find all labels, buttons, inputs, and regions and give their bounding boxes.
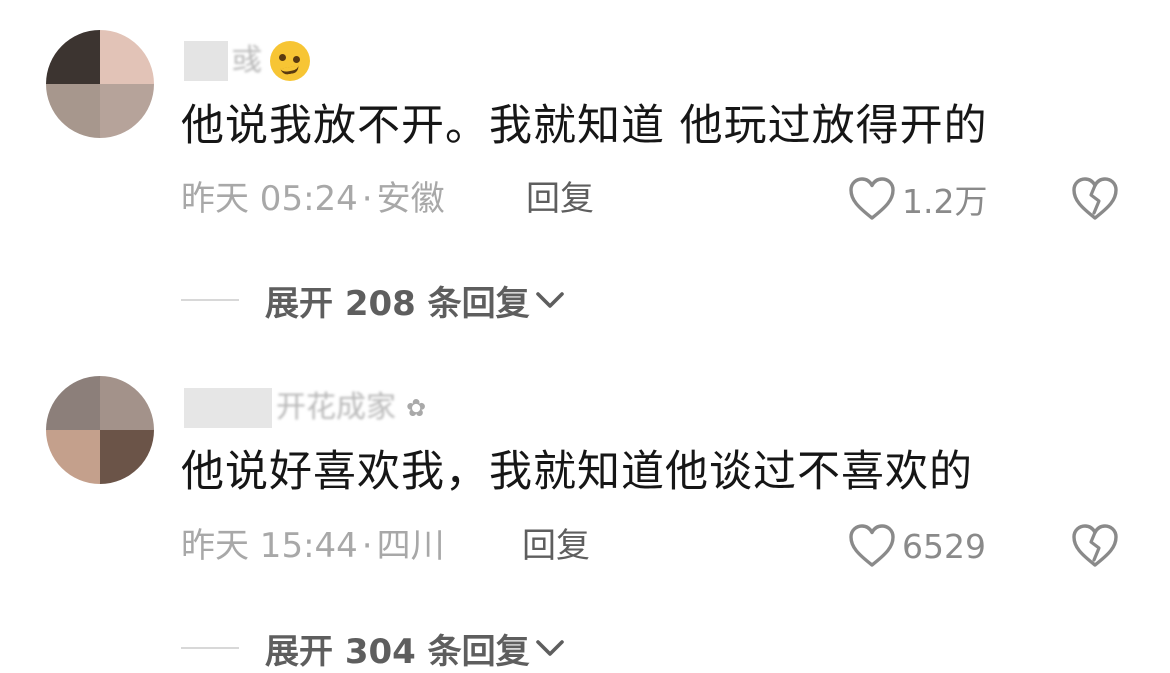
- username-text: 彧: [232, 42, 262, 78]
- comment-meta: 昨天 15:44 · 四川: [181, 524, 445, 568]
- reply-button[interactable]: 回复: [522, 524, 590, 568]
- expand-replies-label: 展开 208 条回复: [265, 283, 530, 324]
- expand-divider: [181, 299, 239, 301]
- heart-outline-icon: [848, 523, 896, 569]
- like-count: 1.2万: [902, 182, 988, 221]
- comment-time: 昨天 15:44: [181, 526, 358, 566]
- avatar[interactable]: [46, 30, 154, 138]
- like-count: 6529: [902, 526, 986, 566]
- broken-heart-icon[interactable]: [1071, 522, 1119, 570]
- chevron-down-icon: [535, 640, 564, 656]
- expand-replies-button[interactable]: 展开 304 条回复: [181, 626, 566, 672]
- reply-button[interactable]: 回复: [526, 177, 594, 221]
- meta-separator: ·: [361, 179, 373, 219]
- username[interactable]: 彧: [184, 38, 310, 82]
- comment-location: 四川: [376, 526, 445, 566]
- username-redaction: [184, 387, 272, 428]
- chevron-down-icon: [535, 292, 564, 308]
- username[interactable]: 开花成家 ✿: [184, 385, 426, 429]
- avatar[interactable]: [46, 376, 154, 484]
- comment-location: 安徽: [376, 179, 445, 219]
- meta-separator: ·: [361, 526, 373, 566]
- heart-outline-icon: [848, 176, 896, 222]
- woozy-face-emoji-icon: [270, 40, 310, 81]
- comment-time: 昨天 05:24: [181, 179, 358, 219]
- like-button[interactable]: 6529: [848, 522, 986, 570]
- like-button[interactable]: 1.2万: [848, 175, 987, 223]
- flower-icon: ✿: [406, 393, 427, 422]
- expand-replies-button[interactable]: 展开 208 条回复: [181, 278, 566, 324]
- comment-text: 他说我放不开。我就知道 他玩过放得开的: [181, 101, 988, 151]
- username-text: 开花成家: [276, 389, 396, 425]
- broken-heart-icon[interactable]: [1071, 175, 1119, 223]
- expand-divider: [181, 647, 239, 649]
- comment-text: 他说好喜欢我，我就知道他谈过不喜欢的: [181, 447, 973, 497]
- username-redaction: [184, 40, 228, 81]
- comment-meta: 昨天 05:24 · 安徽: [181, 177, 445, 221]
- expand-replies-label: 展开 304 条回复: [265, 631, 530, 672]
